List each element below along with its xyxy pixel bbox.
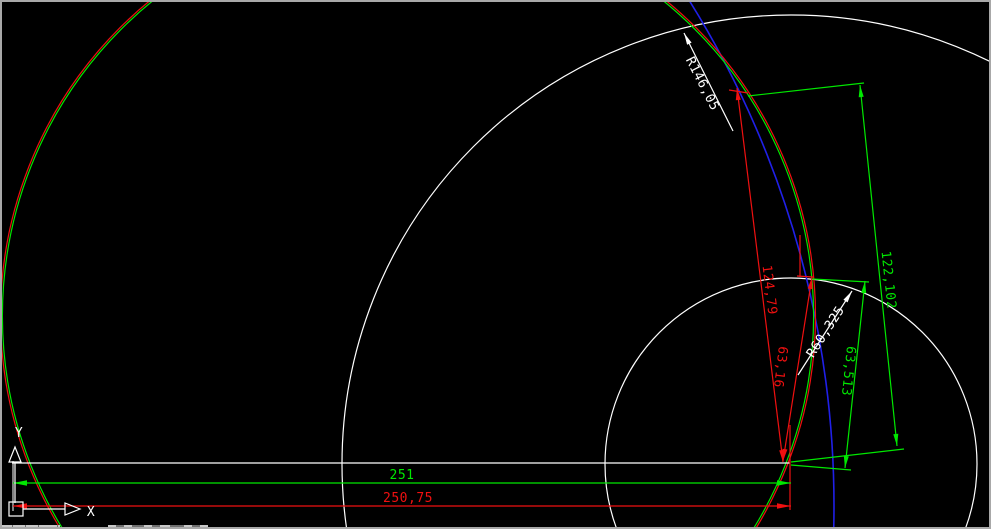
ucs-y-label: Y bbox=[15, 426, 23, 441]
dim-text-250: 250,75 bbox=[383, 491, 433, 506]
cad-drawing-layer: R146,05 R60,325 124,79 63,16 63,513 122,… bbox=[0, 0, 991, 529]
cad-drawing-canvas[interactable]: R146,05 R60,325 124,79 63,16 63,513 122,… bbox=[0, 0, 991, 529]
ucs-x-label: X bbox=[87, 505, 95, 520]
canvas-background bbox=[0, 0, 991, 529]
dim-text-251: 251 bbox=[390, 468, 415, 483]
